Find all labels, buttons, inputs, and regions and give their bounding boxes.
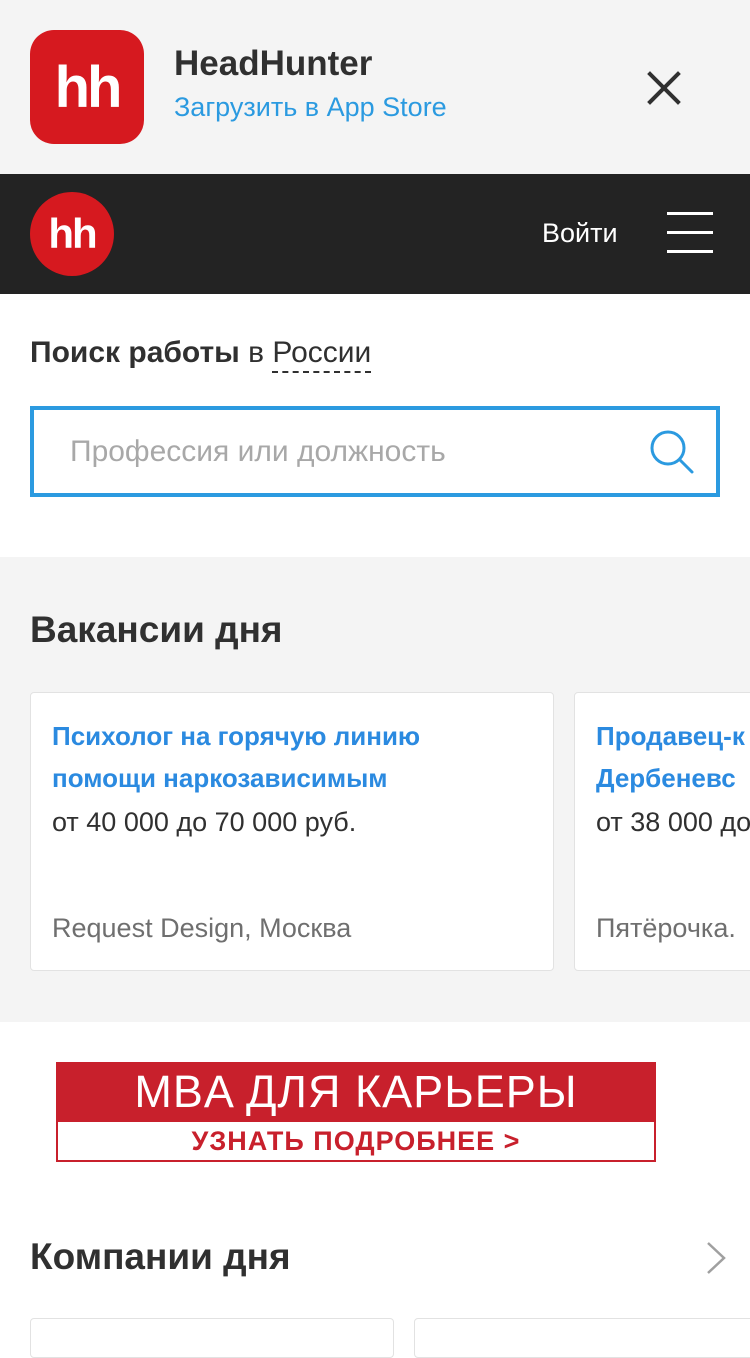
company-card[interactable] — [414, 1318, 750, 1358]
search-box — [30, 406, 720, 497]
region-selector[interactable]: России — [272, 336, 372, 373]
vacancy-title-line: Дербеневс — [596, 763, 736, 793]
vacancy-card[interactable]: Продавец-к Дербеневс от 38 000 до Пятёро… — [574, 692, 750, 971]
vacancy-company: Request Design, Москва — [52, 913, 352, 943]
ad-cta-box[interactable]: УЗНАТЬ ПОДРОБНЕЕ > — [58, 1122, 654, 1160]
search-icon[interactable] — [648, 428, 696, 476]
chevron-right-icon[interactable] — [704, 1240, 728, 1276]
hh-logo[interactable]: hh — [30, 192, 114, 276]
search-heading-prep: в — [239, 336, 273, 369]
vacancy-salary: от 40 000 до 70 000 руб. — [52, 807, 357, 837]
vacancy-card[interactable]: Психолог на горячую линию помощи наркоза… — [30, 692, 554, 971]
vacancy-company: Пятёрочка. — [596, 913, 736, 943]
login-link[interactable]: Войти — [542, 218, 618, 249]
search-heading: Поиск работы в России — [30, 336, 372, 373]
vacancy-title[interactable]: Продавец-к Дербеневс — [596, 715, 750, 799]
app-download-banner: hh HeadHunter Загрузить в App Store — [0, 0, 750, 174]
company-card[interactable] — [30, 1318, 394, 1358]
mba-ad-banner[interactable]: MBA ДЛЯ КАРЬЕРЫ УЗНАТЬ ПОДРОБНЕЕ > — [56, 1062, 656, 1162]
site-header: hh Войти — [0, 174, 750, 294]
vacancy-title-line: Продавец-к — [596, 721, 745, 751]
companies-title: Компании дня — [30, 1236, 291, 1277]
ad-cta: УЗНАТЬ ПОДРОБНЕЕ > — [191, 1126, 521, 1156]
ad-headline: MBA ДЛЯ КАРЬЕРЫ — [134, 1066, 578, 1117]
vacancy-title[interactable]: Психолог на горячую линию помощи наркоза… — [52, 715, 532, 799]
vacancies-section: Вакансии дня Психолог на горячую линию п… — [0, 557, 750, 1022]
vacancy-salary: от 38 000 до — [596, 807, 750, 837]
search-input[interactable] — [70, 410, 630, 493]
app-name: HeadHunter — [174, 44, 373, 83]
menu-icon[interactable] — [667, 212, 713, 254]
close-icon[interactable] — [640, 64, 688, 112]
app-store-link[interactable]: Загрузить в App Store — [174, 92, 447, 123]
vacancies-title: Вакансии дня — [30, 609, 283, 650]
vacancy-title-line: помощи наркозависимым — [52, 763, 388, 793]
app-icon[interactable]: hh — [30, 30, 144, 144]
search-heading-label: Поиск работы — [30, 336, 240, 369]
vacancy-title-line: Психолог на горячую линию — [52, 721, 421, 751]
